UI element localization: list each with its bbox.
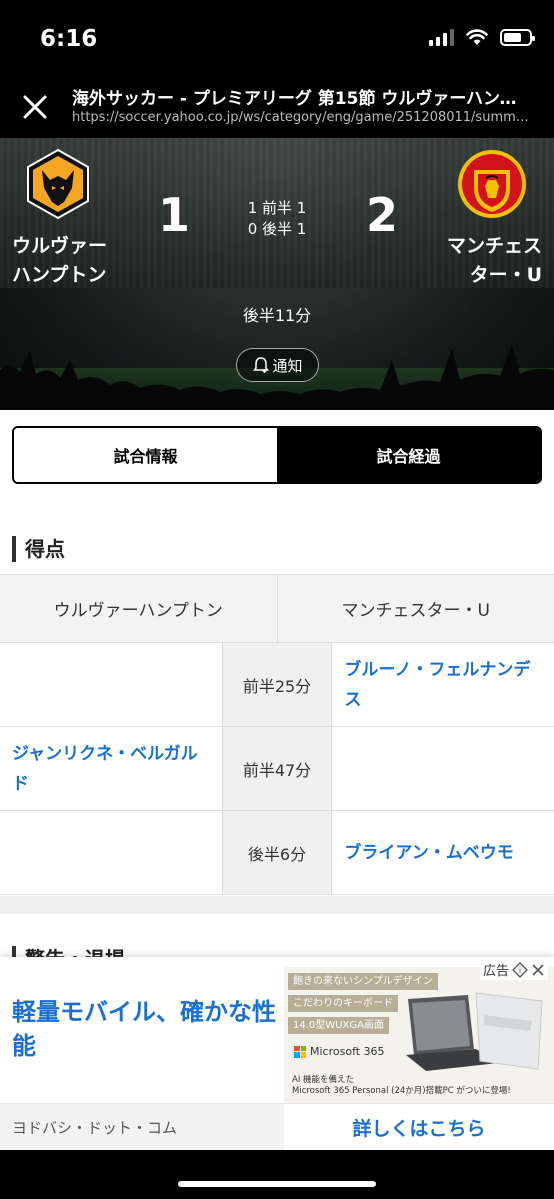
away-scorer[interactable]: ブライアン・ムベウモ xyxy=(332,811,554,894)
second-half-score: 0 後半 1 xyxy=(247,220,307,238)
home-team-column: ウルヴァーハンプトン xyxy=(0,575,278,642)
ad-badge[interactable]: 広告 i xyxy=(479,959,548,980)
ad-advertiser[interactable]: ヨドバシ・ドット・コム xyxy=(0,1104,284,1150)
bell-add-icon xyxy=(253,357,270,373)
microsoft-logo-icon xyxy=(294,1045,306,1058)
close-ad-icon[interactable] xyxy=(531,963,545,977)
ad-headline[interactable]: 軽量モバイル、確かな性能 xyxy=(12,995,282,1063)
half-scores: 1 前半 1 0 後半 1 xyxy=(220,198,334,240)
wifi-icon xyxy=(466,28,488,45)
ad-footer: ヨドバシ・ドット・コム 詳しくはこちら xyxy=(0,1103,554,1150)
notify-label: 通知 xyxy=(272,356,303,375)
goal-time: 前半47分 xyxy=(221,727,333,810)
goals-heading: 得点 xyxy=(12,536,65,562)
page-url: https://soccer.yahoo.co.jp/ws/category/e… xyxy=(72,110,532,125)
away-scorer[interactable]: ブルーノ・フェルナンデス xyxy=(332,643,554,726)
first-half-score: 1 前半 1 xyxy=(247,199,307,217)
away-team-name[interactable]: マンチェス ター・U xyxy=(402,232,542,290)
browser-header: 海外サッカー - プレミアリーグ 第15節 ウルヴァーハンプトン vs. マンチ… xyxy=(0,78,554,138)
home-scorer[interactable] xyxy=(0,643,222,726)
home-team-name[interactable]: ウルヴァー ハンプトン xyxy=(12,232,152,290)
ad-image-text: 飽きの来ないシンプルデザイン xyxy=(288,973,438,990)
away-scorer[interactable] xyxy=(332,727,554,810)
ad-image-text: こだわりのキーボード xyxy=(288,995,398,1012)
away-score: 2 xyxy=(366,188,399,242)
goal-row: 後半6分 ブライアン・ムベウモ xyxy=(0,811,554,895)
goal-row: 前半25分 ブルーノ・フェルナンデス xyxy=(0,643,554,727)
bottom-bar xyxy=(0,1150,554,1199)
laptop-image xyxy=(406,992,543,1071)
home-indicator[interactable] xyxy=(178,1181,376,1187)
home-scorer[interactable] xyxy=(0,811,222,894)
goal-time: 前半25分 xyxy=(221,643,333,726)
wolves-crest-icon[interactable] xyxy=(22,148,94,220)
away-team-column: マンチェスター・U xyxy=(341,601,490,621)
goal-row: ジャンリクネ・ベルガルド 前半47分 xyxy=(0,727,554,811)
home-scorer[interactable]: ジャンリクネ・ベルガルド xyxy=(0,727,222,810)
tab-match-progress[interactable]: 試合経過 xyxy=(277,428,540,482)
ad-main[interactable]: 軽量モバイル、確かな性能 飽きの来ないシンプルデザイン こだわりのキーボード 1… xyxy=(0,957,554,1103)
notify-button[interactable]: 通知 xyxy=(236,348,319,382)
goals-table: ウルヴァーハンプトン マンチェスター・U 前半25分 ブルーノ・フェルナンデス … xyxy=(0,574,554,895)
section-divider xyxy=(0,896,554,914)
status-icons xyxy=(429,28,535,46)
status-time: 6:16 xyxy=(40,26,98,52)
goals-table-header: ウルヴァーハンプトン マンチェスター・U xyxy=(0,575,554,643)
battery-icon xyxy=(500,28,535,46)
match-status: 後半11分 xyxy=(242,306,312,325)
cellular-signal-icon xyxy=(429,28,454,46)
microsoft-365-label: Microsoft 365 xyxy=(294,1045,385,1058)
home-score: 1 xyxy=(158,188,191,242)
status-bar: 6:16 xyxy=(0,0,554,78)
svg-text:i: i xyxy=(519,966,522,976)
match-hero: ウルヴァー ハンプトン マンチェス ター・U 1 2 1 前半 1 0 後半 1… xyxy=(0,138,554,410)
main-content: 試合情報 試合経過 得点 ウルヴァーハンプトン マンチェスター・U 前半25分 … xyxy=(0,410,554,972)
ad-image-text: 14.0型WUXGA画面 xyxy=(288,1017,389,1034)
manchester-united-crest-icon[interactable] xyxy=(456,148,528,220)
info-icon[interactable]: i xyxy=(512,961,528,978)
goal-time: 後半6分 xyxy=(221,811,333,894)
ad-banner[interactable]: 軽量モバイル、確かな性能 飽きの来ないシンプルデザイン こだわりのキーボード 1… xyxy=(0,957,554,1150)
tab-match-info[interactable]: 試合情報 xyxy=(14,428,277,482)
ad-cta-button[interactable]: 詳しくはこちら xyxy=(284,1104,554,1150)
match-tabs: 試合情報 試合経過 xyxy=(12,426,542,484)
close-icon[interactable] xyxy=(20,92,50,122)
ad-image[interactable]: 飽きの来ないシンプルデザイン こだわりのキーボード 14.0型WUXGA画面 M… xyxy=(284,967,554,1103)
page-title: 海外サッカー - プレミアリーグ 第15節 ウルヴァーハンプトン vs. マンチ… xyxy=(72,89,532,109)
